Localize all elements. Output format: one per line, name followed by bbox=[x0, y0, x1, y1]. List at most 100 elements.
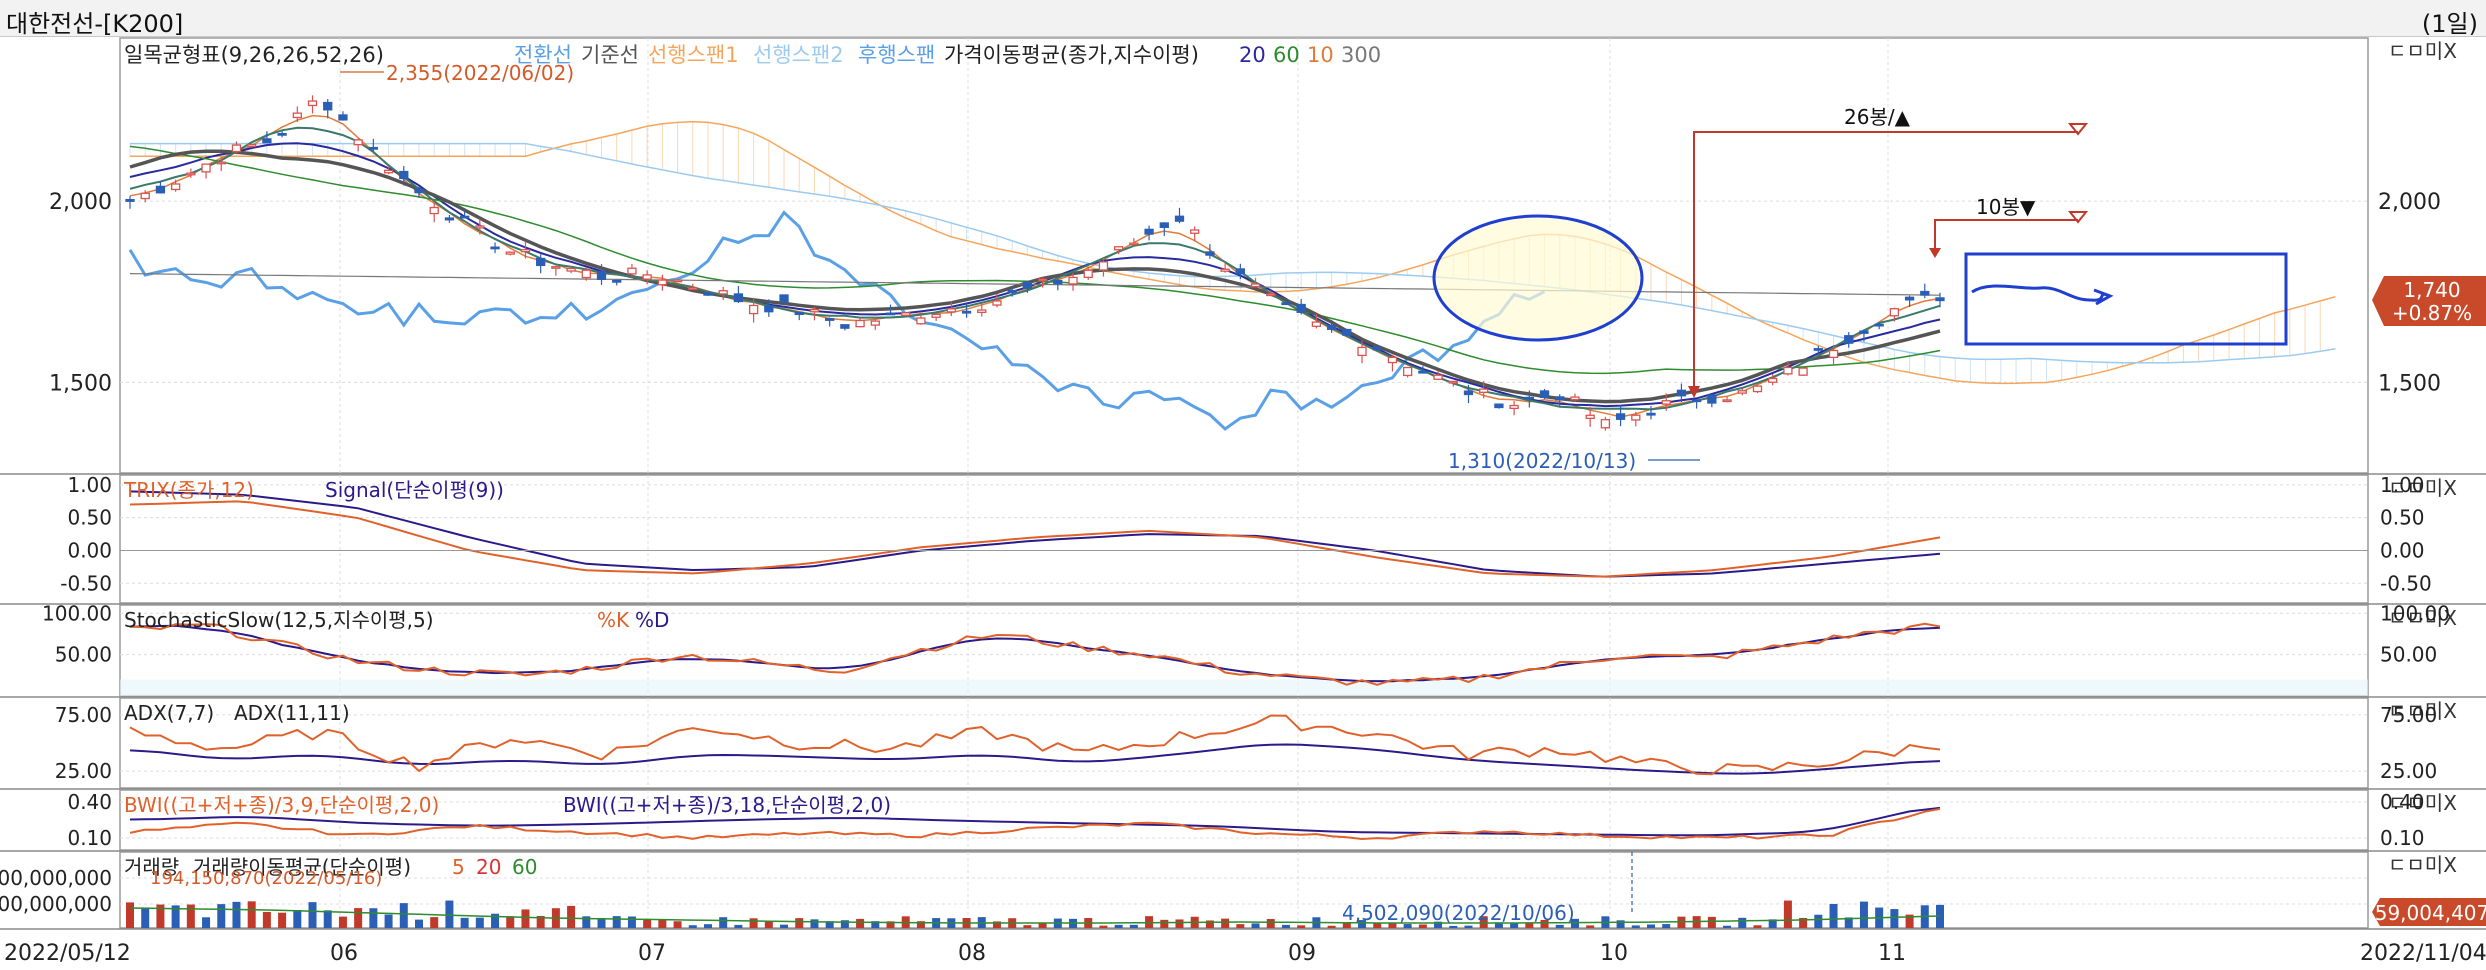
candle-body bbox=[1311, 321, 1322, 327]
candle-body bbox=[1250, 283, 1261, 288]
volume-bar bbox=[810, 919, 819, 928]
price-y-tick: 1,500 bbox=[49, 371, 112, 396]
price-legend-item: 가격이동평균(종가,지수이평) bbox=[944, 43, 1199, 67]
candle-body bbox=[414, 188, 424, 194]
volume-legend-item: 20 bbox=[476, 855, 501, 879]
price-y-tick-right: 2,000 bbox=[2378, 190, 2441, 215]
volume-high-annotation: 194,150,870(2022/05/16) bbox=[150, 868, 382, 889]
candle-body bbox=[1159, 222, 1169, 228]
volume-bar bbox=[643, 918, 652, 928]
volume-bar bbox=[521, 909, 530, 928]
volume-bar bbox=[1281, 924, 1290, 928]
volume-bar bbox=[338, 916, 347, 928]
volume-y-tick: 00,000,000 bbox=[0, 892, 112, 916]
volume-bar bbox=[612, 916, 621, 928]
candle-body bbox=[1691, 399, 1702, 403]
volume-bar bbox=[1236, 924, 1245, 928]
volume-bar bbox=[262, 911, 271, 928]
candle-body bbox=[885, 312, 896, 316]
panel-2-line-b bbox=[129, 624, 1941, 683]
volume-bar bbox=[703, 924, 712, 928]
candle-body bbox=[794, 311, 804, 316]
forecast-box bbox=[1964, 252, 2288, 346]
candle-body bbox=[155, 185, 166, 194]
candle-body bbox=[657, 279, 668, 286]
panel-1-y-tick: 1.00 bbox=[67, 473, 112, 497]
bars10-line bbox=[1934, 219, 2078, 250]
panel-1-y-tick: -0.50 bbox=[60, 571, 112, 595]
x-tick-label: 08 bbox=[958, 941, 986, 966]
candle-body bbox=[551, 266, 561, 269]
panel-2-y-tick-right: 50.00 bbox=[2380, 643, 2437, 667]
price-legend-item: 기준선 bbox=[581, 43, 639, 67]
panel-2-legend-item: %K bbox=[597, 608, 630, 632]
price-y-tick: 2,000 bbox=[49, 190, 112, 215]
high-annotation: 2,355(2022/06/02) bbox=[386, 61, 574, 85]
panel-4-y-tick: 0.40 bbox=[67, 790, 112, 814]
panel-3-y-tick: 25.00 bbox=[55, 759, 112, 783]
candle-body bbox=[536, 257, 546, 267]
conversion-line bbox=[129, 126, 1941, 411]
price-legend-item: 20 bbox=[1239, 43, 1266, 67]
price-legend-item: 선행스팬1 bbox=[648, 43, 739, 67]
volume-bar bbox=[1297, 925, 1306, 928]
volume-bar bbox=[1023, 925, 1032, 928]
volume-bar bbox=[1327, 925, 1336, 928]
candle-body bbox=[429, 206, 439, 215]
candle-body bbox=[825, 318, 835, 321]
candle-body bbox=[1935, 297, 1945, 302]
candle-body bbox=[1037, 278, 1048, 282]
volume-bar bbox=[567, 905, 576, 928]
candle-body bbox=[1114, 246, 1124, 251]
candle-body bbox=[733, 293, 744, 303]
volume-bar bbox=[293, 909, 302, 928]
candle-body bbox=[703, 292, 713, 296]
panel-3-legend-item: ADX(7,7) bbox=[124, 701, 214, 725]
volume-bar bbox=[1753, 925, 1762, 928]
candle-body bbox=[170, 183, 181, 191]
panel-3-y-tick-right: 75.00 bbox=[2380, 703, 2437, 727]
candle-body bbox=[1615, 413, 1626, 420]
candle-body bbox=[1372, 346, 1382, 351]
panel-1-legend-item: TRIX(종가,12) bbox=[123, 478, 254, 502]
last-change-label: +0.87% bbox=[2392, 301, 2472, 325]
volume-bar bbox=[1723, 925, 1732, 928]
volume-bar bbox=[673, 921, 682, 928]
volume-bar bbox=[1555, 924, 1564, 928]
panel-2-legend-item: %D bbox=[635, 608, 669, 632]
volume-bar bbox=[445, 900, 454, 928]
candle-body bbox=[1813, 348, 1823, 351]
highlight-ellipse bbox=[1432, 214, 1644, 342]
x-tick-label: 11 bbox=[1878, 941, 1906, 966]
candle-body bbox=[1463, 390, 1474, 396]
x-tick-label: 2022/05/12 bbox=[4, 941, 131, 966]
panel-1-y-tick: 0.00 bbox=[67, 538, 112, 562]
candle-body bbox=[1904, 296, 1915, 301]
candle-body bbox=[277, 132, 287, 136]
candle-body bbox=[338, 114, 348, 121]
candle-body bbox=[1022, 281, 1033, 289]
panel-3-line-a bbox=[129, 714, 1941, 776]
panel-4-legend-item: BWI((고+저+종)/3,9,단순이평,2,0) bbox=[124, 793, 439, 817]
panel-4-y-tick: 0.10 bbox=[67, 826, 112, 850]
candle-body bbox=[262, 138, 272, 144]
volume-bar bbox=[1631, 925, 1640, 928]
candle-body bbox=[581, 269, 591, 279]
candle-body bbox=[1722, 399, 1732, 403]
last-volume-label: 59,004,407 bbox=[2375, 901, 2486, 925]
chart-canvas[interactable]: 2022/05/12 06 07 08 09 10 11 2022/11/04 ㄷㅁ미X ㄷㅁ미X… bbox=[0, 0, 2486, 970]
candle-body bbox=[1859, 330, 1869, 334]
candle-body bbox=[140, 192, 150, 200]
candle-body bbox=[1555, 396, 1565, 401]
candle-body bbox=[1631, 414, 1641, 421]
candle-body bbox=[1783, 366, 1793, 375]
candle-body bbox=[323, 101, 333, 111]
volume-bar bbox=[506, 916, 515, 928]
candle-body bbox=[612, 279, 622, 283]
candle-body bbox=[216, 161, 226, 165]
candle-body bbox=[353, 139, 363, 146]
candle-body bbox=[1737, 390, 1747, 394]
candle-body bbox=[809, 309, 820, 313]
candle-body bbox=[642, 274, 652, 280]
volume-bar bbox=[1859, 901, 1868, 928]
